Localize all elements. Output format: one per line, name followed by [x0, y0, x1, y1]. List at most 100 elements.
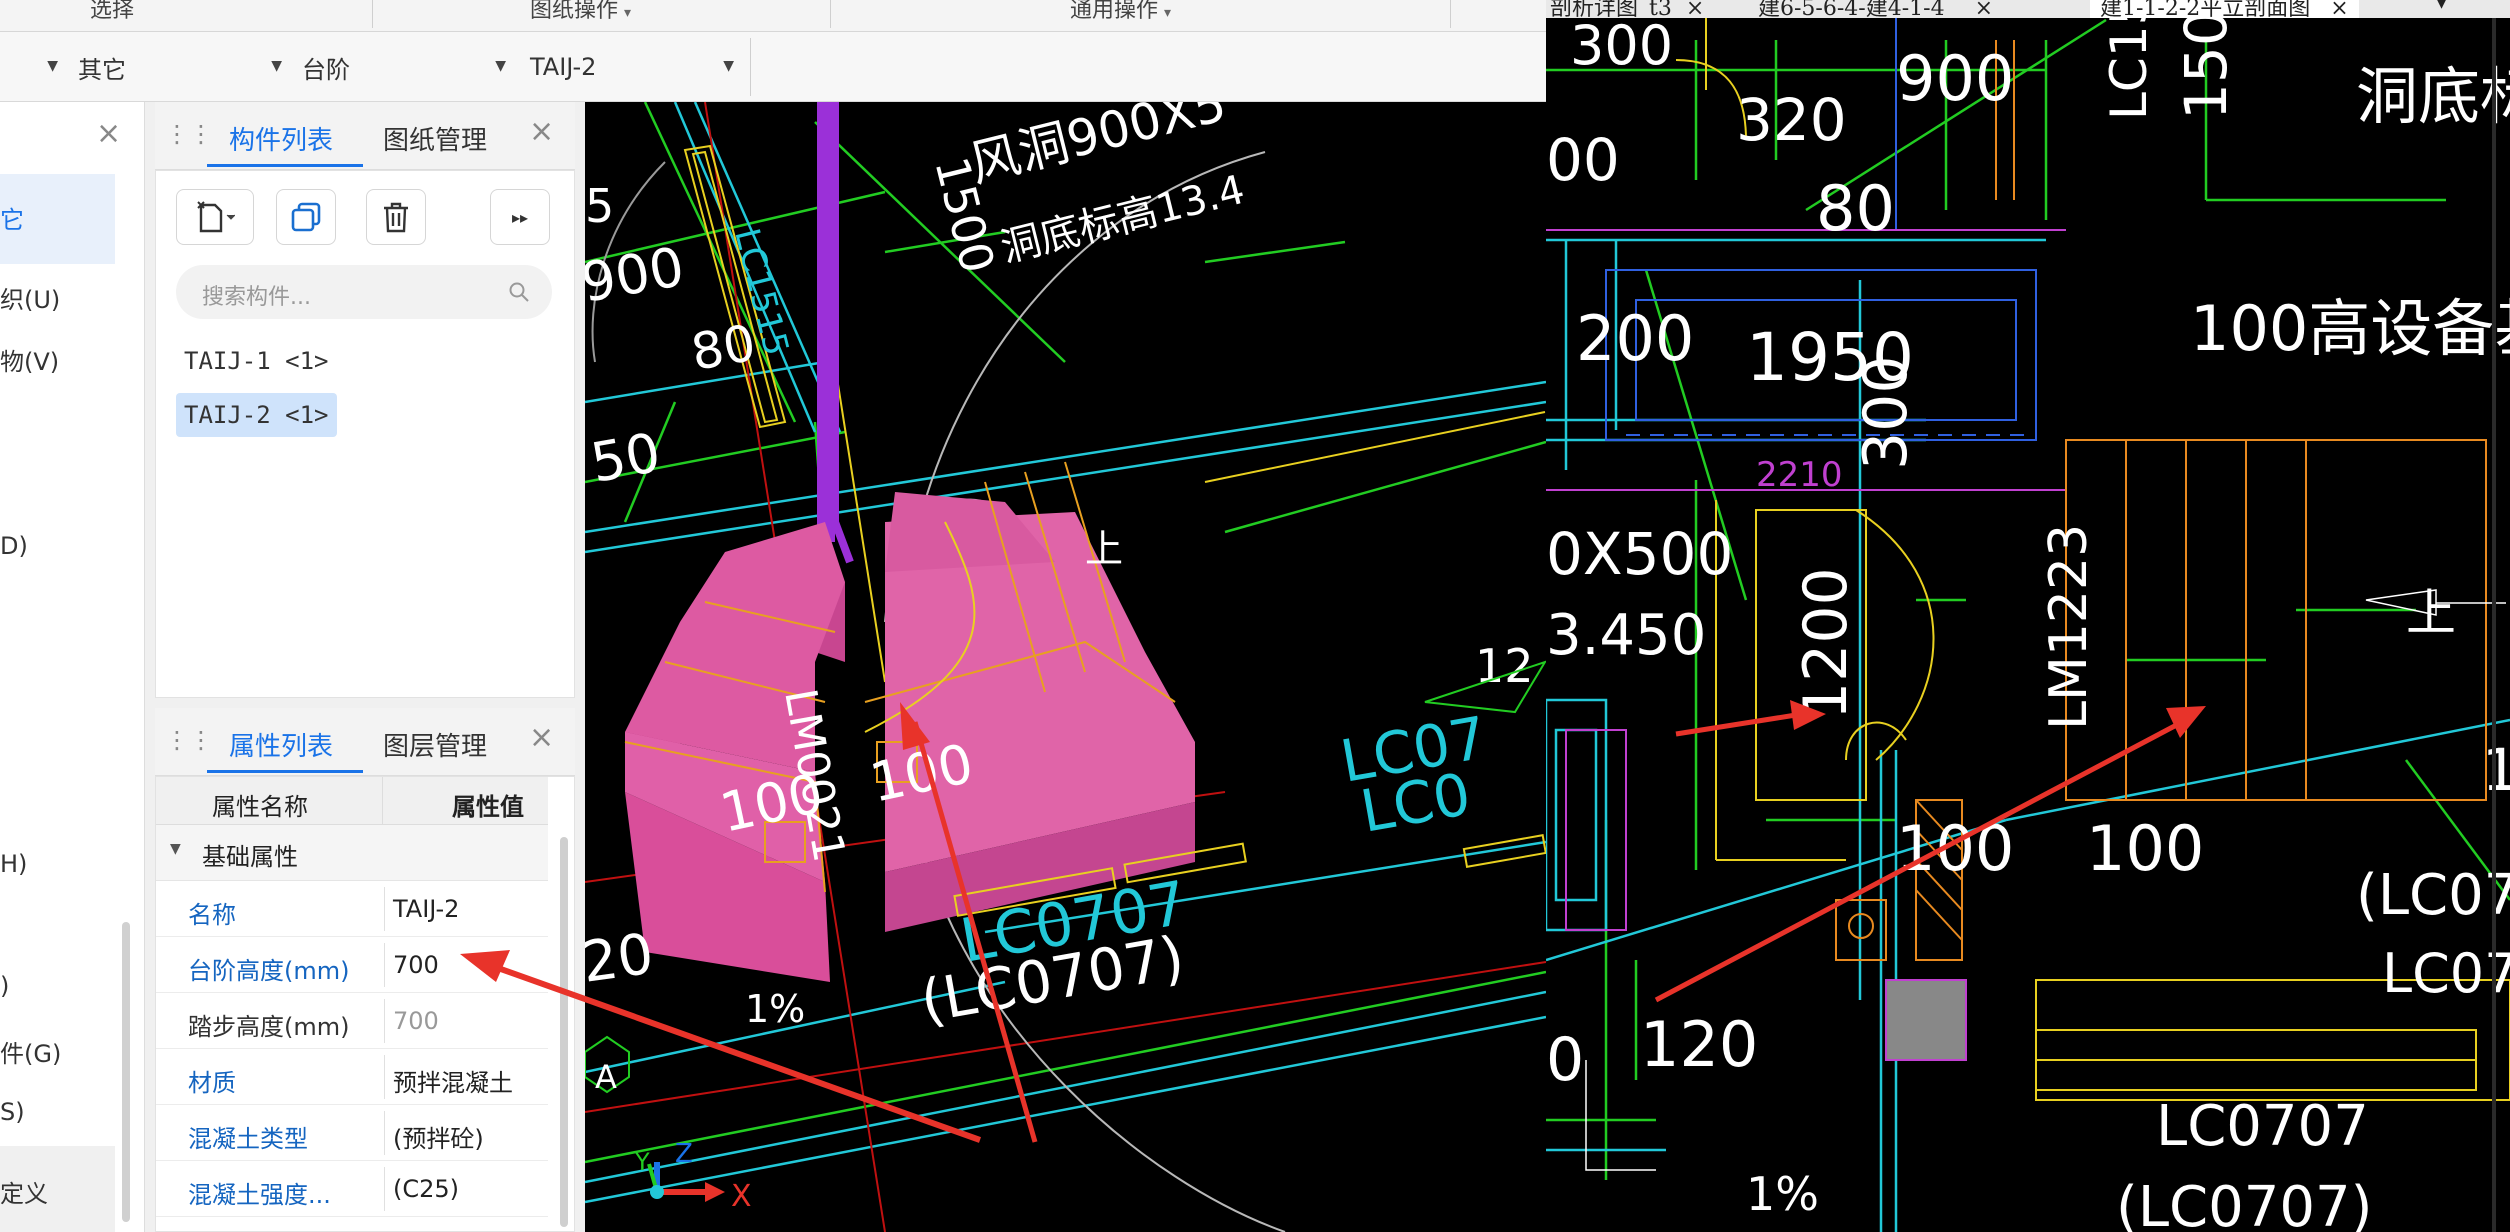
- double-chevron-right-icon: ▸▸: [511, 207, 529, 227]
- floor-select[interactable]: ▼: [0, 46, 72, 88]
- tree-item[interactable]: D): [0, 532, 28, 560]
- search-input[interactable]: 搜索构件...: [176, 265, 552, 319]
- tree-item[interactable]: ): [0, 972, 9, 1000]
- cad-label: 0: [1546, 1025, 1584, 1095]
- tab-layer-management[interactable]: 图层管理: [383, 726, 487, 763]
- tree-item[interactable]: 织(U): [0, 280, 60, 315]
- cad-label: 洞底标高13.4: [996, 167, 1249, 272]
- tab-label: 剖析详图_t3: [1550, 0, 1672, 18]
- chevron-down-icon: ▼: [271, 58, 282, 74]
- tree-item[interactable]: 定义: [0, 1174, 48, 1209]
- ribbon-group-select[interactable]: 选择: [90, 0, 134, 24]
- property-panel-tabs: ⋮⋮ 属性列表 图层管理 ×: [155, 708, 575, 776]
- component-item-taij-2[interactable]: TAIJ-2 <1>: [176, 393, 337, 437]
- category-value: 其它: [78, 55, 126, 84]
- tab-label: 建1-1-2-2平立剖面图: [2100, 0, 2311, 18]
- close-icon[interactable]: ×: [529, 114, 554, 149]
- component-select[interactable]: TAIJ-2 ▼: [530, 46, 748, 88]
- cad-label: 900: [1896, 42, 2014, 115]
- cad-label: 5: [585, 179, 614, 233]
- cad-label: 00: [1546, 126, 1620, 194]
- component-value: TAIJ-2: [530, 53, 597, 81]
- cad-label: LC0707: [2156, 1094, 2369, 1159]
- category-select[interactable]: 其它 ▼: [78, 46, 296, 88]
- property-value-field[interactable]: TAIJ-2: [384, 887, 548, 931]
- divider: [372, 0, 373, 28]
- search-icon: [509, 282, 529, 302]
- property-label: 踏步高度(mm): [188, 1013, 350, 1041]
- header-property-name: 属性名称: [212, 793, 308, 821]
- trash-icon: [384, 202, 408, 233]
- drag-handle-icon[interactable]: ⋮⋮: [165, 120, 213, 148]
- plan-drawing: 300 900 320 80 00 LC15 150 洞底标 200 1950 …: [1546, 0, 2510, 1232]
- cad-label: 320: [1736, 86, 1847, 154]
- close-icon[interactable]: ×: [2330, 0, 2348, 18]
- splitter[interactable]: [2492, 0, 2496, 1232]
- tab-label: 建6-5-6-4-建4-1-4: [1758, 0, 1945, 18]
- caret-down-icon: ▼: [170, 841, 181, 857]
- property-label: 混凝土类型: [188, 1125, 308, 1153]
- cad-label: 3.450: [1546, 603, 1706, 668]
- tabs-overflow-button[interactable]: ▾: [2436, 0, 2447, 15]
- cad-label: LC07: [2382, 942, 2510, 1005]
- ribbon-group-drawing-ops[interactable]: 图纸操作 ▾: [530, 0, 631, 24]
- cad-label: LM1223: [2039, 524, 2099, 730]
- close-icon[interactable]: ×: [1686, 0, 1704, 18]
- drag-handle-icon[interactable]: ⋮⋮: [165, 726, 213, 754]
- cad-label: (LC0707): [2116, 1175, 2373, 1232]
- tree-item[interactable]: 件(G): [0, 1034, 61, 1069]
- active-tab-indicator: [207, 770, 363, 773]
- step-slab-right: [885, 492, 1195, 932]
- tab-drawing-1[interactable]: 剖析详图_t3 ×: [1550, 0, 1704, 18]
- cad-label: 2210: [1756, 455, 1843, 495]
- divider: [830, 0, 831, 28]
- cad-label: 1%: [1746, 1167, 1819, 1221]
- tab-drawing-2[interactable]: 建6-5-6-4-建4-1-4 ×: [1758, 0, 1993, 18]
- property-value-field[interactable]: (C25): [384, 1167, 548, 1211]
- ribbon-group-bar: 选择 图纸操作 ▾ 通用操作 ▾: [0, 0, 1546, 32]
- cad-label: 上: [1085, 527, 1123, 571]
- cad-label: 120: [1640, 1008, 1758, 1081]
- more-tools-button[interactable]: ▸▸: [490, 189, 550, 245]
- cad-label: 900: [585, 235, 689, 315]
- new-component-button[interactable]: [176, 189, 254, 245]
- type-select[interactable]: 台阶 ▼: [302, 46, 520, 88]
- cad-label: 12: [1475, 639, 1534, 693]
- close-icon[interactable]: ×: [1975, 0, 1993, 18]
- tab-property-list[interactable]: 属性列表: [229, 726, 333, 763]
- cad-label: 上: [2406, 584, 2456, 642]
- divider: [1450, 0, 1451, 28]
- property-row-name: 名称 TAIJ-2: [156, 881, 548, 937]
- cad-label: (LC07: [2356, 863, 2510, 928]
- property-label: 混凝土强度...: [188, 1181, 331, 1209]
- column-block: [1885, 979, 1967, 1061]
- cad-label: 洞底标: [2356, 60, 2510, 133]
- search-placeholder: 搜索构件...: [202, 285, 311, 310]
- tab-component-list[interactable]: 构件列表: [229, 120, 333, 157]
- cad-label: 150: [2172, 9, 2240, 120]
- close-icon[interactable]: ×: [529, 720, 554, 755]
- scrollbar[interactable]: [122, 922, 130, 1222]
- axis-x-label: X: [731, 1179, 752, 1214]
- tree-item[interactable]: 它: [0, 200, 24, 235]
- header-property-value: 属性值: [452, 793, 524, 821]
- delete-component-button[interactable]: [366, 189, 426, 245]
- tree-item[interactable]: S): [0, 1098, 25, 1126]
- tree-item[interactable]: H): [0, 850, 27, 878]
- cad-label: 1200: [1791, 567, 1861, 720]
- tree-item[interactable]: 物(V): [0, 342, 59, 377]
- tab-drawing-3[interactable]: 建1-1-2-2平立剖面图 ×: [2090, 0, 2359, 18]
- ribbon-group-general-ops[interactable]: 通用操作 ▾: [1070, 0, 1171, 24]
- divider: [750, 38, 751, 96]
- tab-drawing-management[interactable]: 图纸管理: [383, 120, 487, 157]
- cad-label: LC15: [2100, 0, 2158, 120]
- property-label: 材质: [188, 1069, 236, 1097]
- plan-drawing-view[interactable]: 300 900 320 80 00 LC15 150 洞底标 200 1950 …: [1546, 0, 2510, 1232]
- component-item-taij-1[interactable]: TAIJ-1 <1>: [176, 339, 337, 383]
- copy-component-button[interactable]: [276, 189, 336, 245]
- type-value: 台阶: [302, 55, 350, 84]
- close-icon[interactable]: ×: [96, 116, 121, 151]
- component-list-panel: ▸▸ 搜索构件... TAIJ-1 <1> TAIJ-2 <1>: [155, 170, 575, 698]
- property-group-basic[interactable]: ▼ 基础属性: [156, 825, 548, 881]
- cad-label: 200: [1576, 302, 1694, 375]
